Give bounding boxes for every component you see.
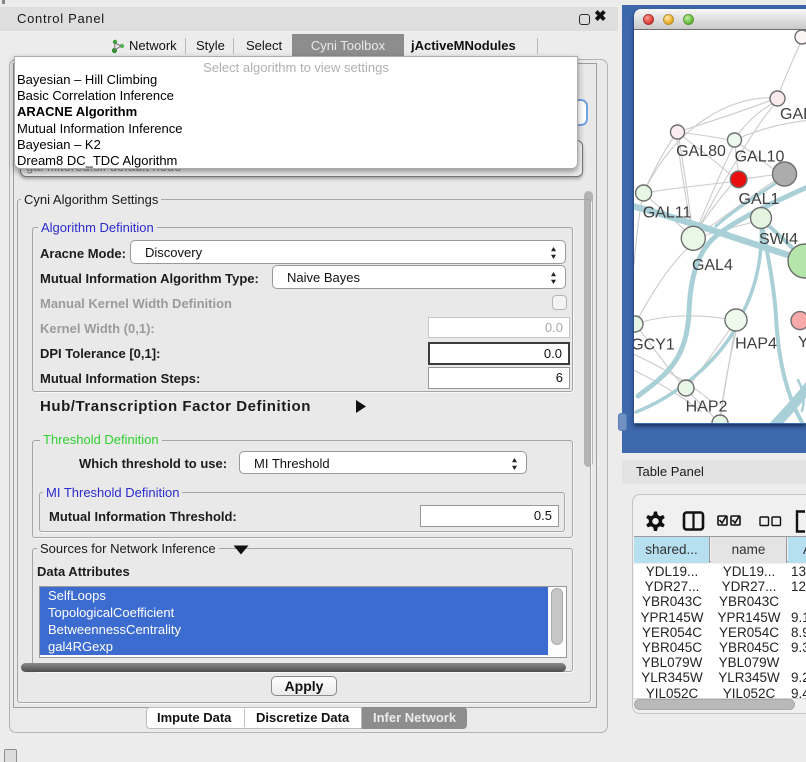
svg-text:GAL10: GAL10 bbox=[735, 149, 785, 166]
svg-text:YJ: YJ bbox=[798, 334, 806, 351]
svg-text:GAL80: GAL80 bbox=[676, 143, 726, 160]
svg-text:HAP2: HAP2 bbox=[686, 399, 728, 416]
svg-text:GAL1: GAL1 bbox=[739, 191, 780, 208]
svg-text:GAL2: GAL2 bbox=[780, 106, 806, 123]
svg-text:SWI4: SWI4 bbox=[759, 231, 798, 248]
svg-text:HAP4: HAP4 bbox=[735, 336, 777, 353]
svg-text:GAL11: GAL11 bbox=[643, 205, 692, 222]
svg-text:GCY1: GCY1 bbox=[634, 337, 675, 354]
svg-text:GAL4: GAL4 bbox=[692, 257, 733, 274]
